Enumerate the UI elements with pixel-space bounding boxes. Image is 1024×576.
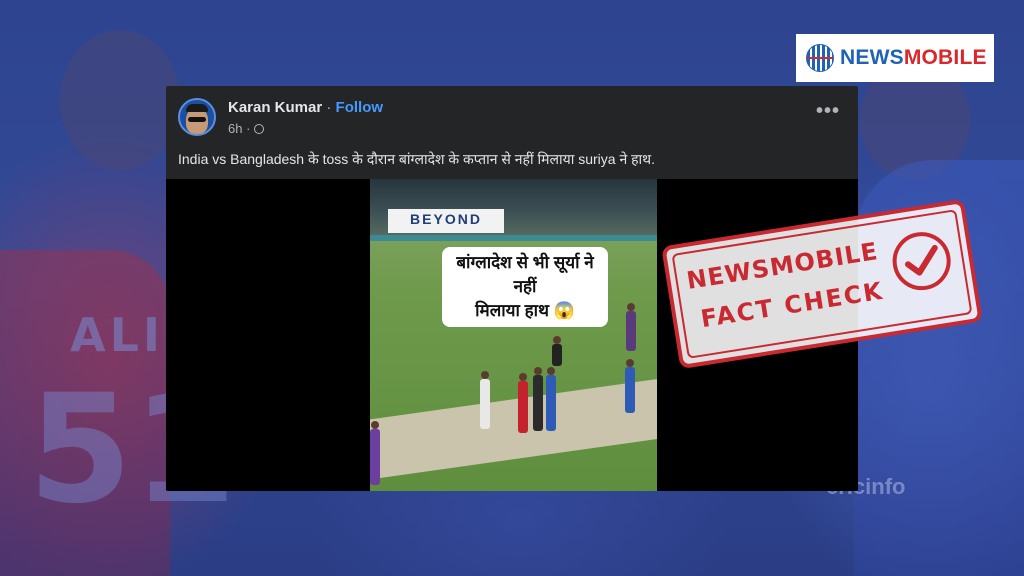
post-time[interactable]: 6h · xyxy=(228,121,250,136)
public-audience-icon xyxy=(254,123,265,134)
more-options-button[interactable]: ••• xyxy=(816,101,840,121)
cameraman-figure xyxy=(552,336,562,366)
captain-figure xyxy=(546,367,556,431)
background-jersey-name: ALI xyxy=(70,308,165,362)
video-frame[interactable]: BEYOND बांग्लादेश से भी सूर्या ने नहीं म… xyxy=(370,179,657,491)
logo-mobile: MOBILE xyxy=(903,46,987,69)
follow-button[interactable]: Follow xyxy=(336,99,384,116)
advertising-board: BEYOND xyxy=(388,209,504,233)
overlay-line-1: बांग्लादेश से भी सूर्या ने नहीं xyxy=(456,253,594,296)
player-figure xyxy=(625,359,635,413)
globe-logo-icon xyxy=(806,44,834,72)
overlay-line-2: मिलाया हाथ 😱 xyxy=(475,301,575,320)
foreground-player-figure xyxy=(370,421,380,485)
logo-news: NEWS xyxy=(840,46,904,69)
logo-text: NEWSMOBILE xyxy=(840,46,987,70)
avatar-face-icon xyxy=(186,104,208,134)
official-figure xyxy=(626,303,636,351)
referee-figure xyxy=(518,373,528,433)
separator-dot: · xyxy=(326,99,332,116)
video-overlay-text: बांग्लादेश से भी सूर्या ने नहीं मिलाया ह… xyxy=(442,247,608,327)
boundary-strip xyxy=(370,235,657,241)
presenter-figure xyxy=(533,367,543,431)
umpire-figure xyxy=(480,371,490,429)
author-avatar[interactable] xyxy=(178,98,216,136)
post-meta: 6h · xyxy=(228,121,265,136)
post-header-line: Karan Kumar · Follow xyxy=(228,99,383,116)
newsmobile-logo: NEWSMOBILE xyxy=(796,34,994,82)
post-caption: India vs Bangladesh के toss के दौरान बां… xyxy=(178,151,655,167)
cricket-pitch xyxy=(370,375,657,483)
background-player-head xyxy=(60,30,180,170)
author-name[interactable]: Karan Kumar xyxy=(228,99,322,116)
